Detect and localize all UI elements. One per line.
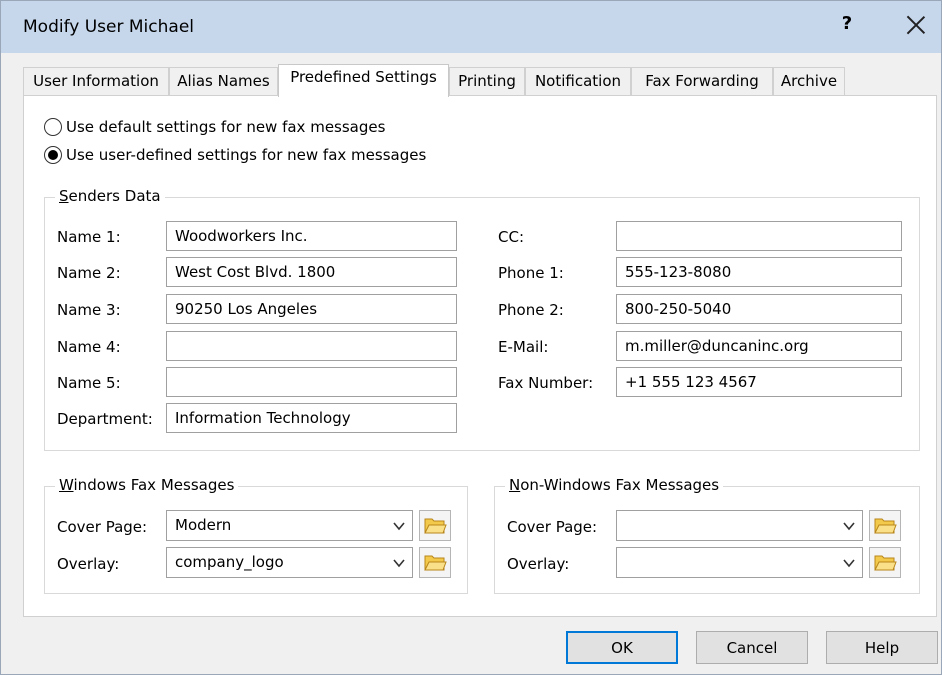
non-windows-cover-page-browse-button[interactable] — [869, 510, 901, 541]
title-bar: Modify User Michael ? — [1, 1, 941, 53]
chevron-down-icon — [393, 522, 405, 531]
windows-overlay-label: Overlay: — [57, 555, 120, 573]
name1-label: Name 1: — [57, 228, 121, 246]
phone1-field[interactable]: 555-123-8080 — [616, 257, 902, 287]
non-windows-overlay-select[interactable] — [616, 547, 863, 578]
name4-label: Name 4: — [57, 338, 121, 356]
non-windows-cover-page-label: Cover Page: — [507, 518, 598, 536]
phone2-label: Phone 2: — [498, 301, 564, 319]
name3-label: Name 3: — [57, 301, 121, 319]
folder-open-icon — [874, 555, 897, 571]
windows-cover-page-select[interactable]: Modern — [166, 510, 413, 541]
chevron-down-icon — [843, 522, 855, 531]
name2-field[interactable]: West Cost Blvd. 1800 — [166, 257, 457, 287]
modify-user-dialog: Modify User Michael ? User Information A… — [0, 0, 942, 675]
phone2-field[interactable]: 800-250-5040 — [616, 294, 902, 324]
non-windows-cover-page-select[interactable] — [616, 510, 863, 541]
help-icon[interactable]: ? — [835, 13, 859, 34]
fax-number-field[interactable]: +1 555 123 4567 — [616, 367, 902, 397]
chevron-down-icon — [843, 559, 855, 568]
default-settings-radio[interactable] — [44, 118, 62, 136]
name2-label: Name 2: — [57, 264, 121, 282]
non-windows-overlay-label: Overlay: — [507, 555, 570, 573]
windows-cover-page-value: Modern — [175, 516, 232, 534]
tab-fax-forwarding[interactable]: Fax Forwarding — [631, 67, 773, 96]
non-windows-fax-group: Non-Windows Fax Messages Cover Page: Ove… — [494, 476, 920, 594]
name5-field[interactable] — [166, 367, 457, 397]
default-settings-option[interactable]: Use default settings for new fax message… — [44, 115, 385, 139]
cancel-button[interactable]: Cancel — [696, 631, 808, 664]
windows-overlay-browse-button[interactable] — [419, 547, 451, 578]
non-windows-fax-title: Non-Windows Fax Messages — [505, 476, 724, 494]
name5-label: Name 5: — [57, 374, 121, 392]
help-button[interactable]: Help — [826, 631, 938, 664]
user-defined-settings-option[interactable]: Use user-defined settings for new fax me… — [44, 143, 426, 167]
folder-open-icon — [874, 518, 897, 534]
fax-number-label: Fax Number: — [498, 374, 594, 392]
name4-field[interactable] — [166, 331, 457, 361]
windows-overlay-value: company_logo — [175, 553, 284, 571]
senders-data-title: Senders Data — [55, 187, 165, 205]
cc-label: CC: — [498, 228, 525, 246]
predefined-settings-panel: Use default settings for new fax message… — [23, 95, 937, 617]
cc-field[interactable] — [616, 221, 902, 251]
tab-user-information[interactable]: User Information — [23, 67, 169, 96]
window-title: Modify User Michael — [23, 17, 194, 37]
tab-printing[interactable]: Printing — [449, 67, 525, 96]
user-defined-settings-label: Use user-defined settings for new fax me… — [66, 146, 427, 164]
user-defined-settings-radio[interactable] — [44, 146, 62, 164]
tab-alias-names[interactable]: Alias Names — [169, 67, 278, 96]
name3-field[interactable]: 90250 Los Angeles — [166, 294, 457, 324]
default-settings-label: Use default settings for new fax message… — [66, 118, 386, 136]
windows-fax-title: Windows Fax Messages — [55, 476, 239, 494]
folder-open-icon — [424, 555, 447, 571]
windows-fax-group: Windows Fax Messages Cover Page: Modern … — [44, 476, 468, 594]
department-field[interactable]: Information Technology — [166, 403, 457, 433]
close-icon[interactable] — [901, 10, 931, 40]
email-field[interactable]: m.miller@duncaninc.org — [616, 331, 902, 361]
tab-predefined-settings[interactable]: Predefined Settings — [278, 64, 449, 97]
windows-cover-page-browse-button[interactable] — [419, 510, 451, 541]
phone1-label: Phone 1: — [498, 264, 564, 282]
chevron-down-icon — [393, 559, 405, 568]
email-label: E-Mail: — [498, 338, 549, 356]
non-windows-overlay-browse-button[interactable] — [869, 547, 901, 578]
tab-archive[interactable]: Archive — [773, 67, 845, 96]
windows-overlay-select[interactable]: company_logo — [166, 547, 413, 578]
folder-open-icon — [424, 518, 447, 534]
radio-selected-dot — [48, 150, 58, 160]
ok-button[interactable]: OK — [566, 631, 678, 664]
department-label: Department: — [57, 410, 153, 428]
windows-cover-page-label: Cover Page: — [57, 518, 148, 536]
senders-data-group: Senders Data Name 1: Woodworkers Inc. Na… — [44, 187, 920, 451]
tab-notification[interactable]: Notification — [525, 67, 631, 96]
name1-field[interactable]: Woodworkers Inc. — [166, 221, 457, 251]
